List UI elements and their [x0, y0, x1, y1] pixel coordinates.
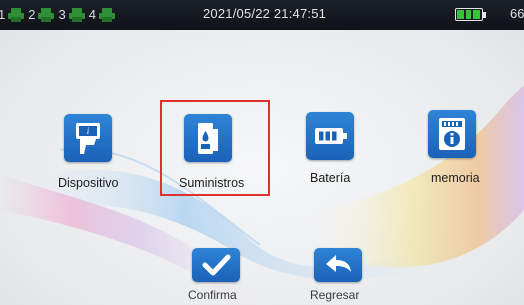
device-screen: 1 2 3 4 2021/05/22 21:47:51 66 i Disposi…	[0, 0, 524, 305]
datetime-display: 2021/05/22 21:47:51	[203, 6, 327, 21]
battery-segment-divider	[471, 10, 473, 19]
status-bar: 1 2 3 4 2021/05/22 21:47:51 66	[0, 0, 524, 30]
back-label: Regresar	[310, 288, 360, 302]
printer-slots: 1 2 3 4	[0, 7, 119, 22]
slot-number: 4	[88, 7, 96, 22]
printer-slot: 1	[0, 7, 25, 22]
confirm-label: Confirma	[188, 288, 237, 302]
printer-icon	[38, 7, 55, 22]
printer-icon	[98, 7, 115, 22]
selection-highlight	[160, 100, 270, 196]
slot-number: 3	[58, 7, 66, 22]
printer-slot: 2	[28, 7, 55, 22]
battery-status-icon	[455, 8, 483, 21]
battery-fill	[457, 10, 480, 19]
device-info-icon[interactable]: i	[64, 114, 112, 162]
checkmark-icon[interactable]	[192, 248, 240, 282]
battery-tip	[483, 12, 486, 18]
battery-percent: 66	[510, 6, 524, 21]
printer-icon	[8, 7, 25, 22]
menu-item-label: Dispositivo	[58, 176, 119, 190]
slot-number: 2	[28, 7, 36, 22]
printer-icon	[68, 7, 85, 22]
battery-icon[interactable]	[306, 112, 354, 160]
back-arrow-icon[interactable]	[314, 248, 362, 282]
menu-item-label: memoria	[431, 171, 480, 185]
menu-item-label: Batería	[310, 171, 351, 185]
printer-slot: 3	[58, 7, 85, 22]
printer-slot: 4	[89, 7, 116, 22]
battery-segment-divider	[464, 10, 466, 19]
memory-card-info-icon[interactable]	[428, 110, 476, 158]
slot-number: 1	[0, 7, 6, 22]
